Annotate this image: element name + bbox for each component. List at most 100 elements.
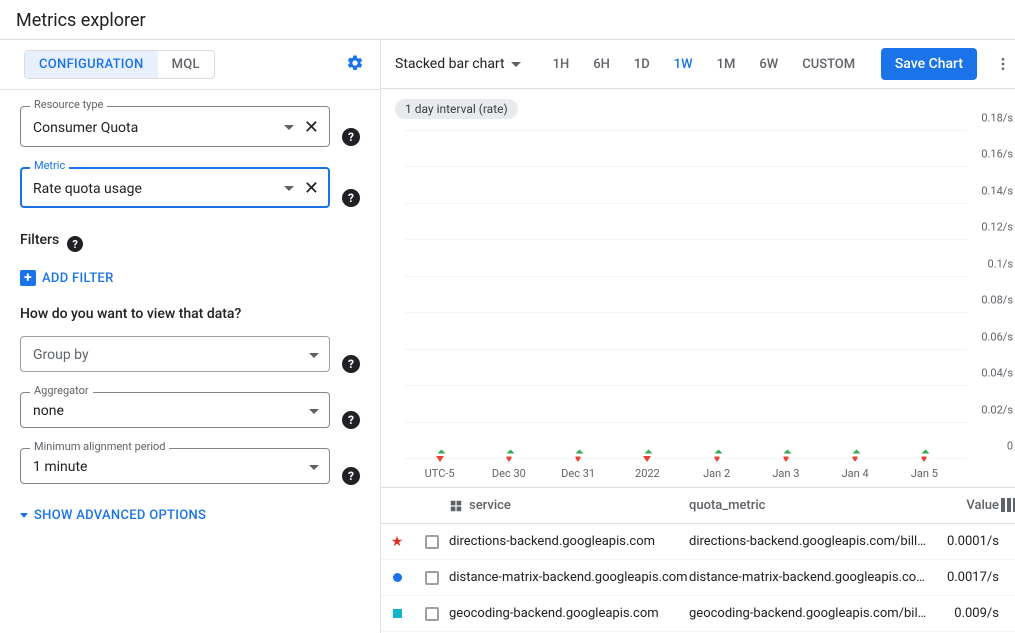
col-value[interactable]: Value xyxy=(929,498,999,513)
resource-type-value: Consumer Quota xyxy=(33,120,138,136)
filters-label: Filters xyxy=(20,232,59,248)
y-tick: 0 xyxy=(1007,440,1013,453)
group-by-select[interactable]: Group by xyxy=(20,336,330,372)
columns-icon xyxy=(1001,498,1015,512)
y-tick: 0.04/s xyxy=(981,367,1013,380)
chevron-down-icon xyxy=(20,513,28,518)
x-tick: 2022 xyxy=(635,467,660,480)
tab-mql[interactable]: MQL xyxy=(158,51,214,78)
y-tick: 0.18/s xyxy=(981,112,1013,125)
legend-service: geocoding-backend.googleapis.com xyxy=(449,606,689,621)
legend-row[interactable]: geocoding-backend.googleapis.comgeocodin… xyxy=(381,596,1015,632)
legend-value: 0.0017/s xyxy=(929,570,999,585)
chart-plot[interactable] xyxy=(405,131,967,459)
x-axis: UTC-5 Dec 30 Dec 31 2022 Jan 2 Jan 3 Jan 4 Jan … xyxy=(405,463,967,485)
clear-resource-type[interactable]: ✕ xyxy=(304,117,319,138)
metric-select[interactable]: Metric Rate quota usage ✕ xyxy=(20,167,330,208)
y-tick: 0.1/s xyxy=(988,257,1013,270)
add-filter-button[interactable]: + ADD FILTER xyxy=(20,270,360,286)
group-by-value: Group by xyxy=(33,347,89,363)
legend-checkbox[interactable] xyxy=(425,607,439,621)
y-tick: 0.06/s xyxy=(981,330,1013,343)
more-vert-icon xyxy=(995,56,1011,72)
show-advanced-options[interactable]: SHOW ADVANCED OPTIONS xyxy=(20,508,360,523)
chart-type-select[interactable]: Stacked bar chart xyxy=(395,56,521,72)
legend-service: directions-backend.googleapis.com xyxy=(449,534,689,549)
chevron-down-icon xyxy=(284,125,294,130)
help-metric[interactable]: ? xyxy=(342,189,360,207)
y-axis: 0 0.02/s 0.04/s 0.06/s 0.08/s 0.1/s 0.12/s 0.14… xyxy=(971,131,1015,459)
aggregator-label: Aggregator xyxy=(30,384,93,397)
x-tick: Jan 4 xyxy=(842,467,869,480)
resource-type-select[interactable]: Resource type Consumer Quota ✕ xyxy=(20,106,330,147)
help-aggregator[interactable]: ? xyxy=(342,411,360,429)
interval-chip: 1 day interval (rate) xyxy=(395,99,518,119)
x-tick: Dec 30 xyxy=(492,467,526,480)
column-settings[interactable] xyxy=(1001,498,1015,516)
view-question: How do you want to view that data? xyxy=(20,306,360,322)
time-range-1d[interactable]: 1D xyxy=(622,51,662,78)
legend-symbol: ★ xyxy=(391,536,403,548)
help-min-alignment[interactable]: ? xyxy=(342,467,360,485)
col-service[interactable]: service xyxy=(469,498,511,513)
help-filters[interactable]: ? xyxy=(67,236,83,252)
metric-value: Rate quota usage xyxy=(33,181,142,197)
more-menu[interactable] xyxy=(991,52,1015,76)
time-range-1m[interactable]: 1M xyxy=(705,51,748,78)
x-tick: Jan 2 xyxy=(703,467,730,480)
legend-symbol xyxy=(391,608,403,620)
y-tick: 0.14/s xyxy=(981,184,1013,197)
breakdown-icon xyxy=(449,499,463,513)
legend-symbol xyxy=(391,572,403,584)
legend-table: service quota_metric Value ★ directions-b… xyxy=(381,487,1015,632)
config-sidebar: CONFIGURATION MQL Resource type Consumer… xyxy=(0,40,381,633)
y-tick: 0.12/s xyxy=(981,221,1013,234)
legend-service: distance-matrix-backend.googleapis.com xyxy=(449,570,689,585)
x-tick: Jan 3 xyxy=(772,467,799,480)
chevron-down-icon xyxy=(309,353,319,358)
help-group-by[interactable]: ? xyxy=(342,355,360,373)
time-range-1h[interactable]: 1H xyxy=(541,51,582,78)
settings-button[interactable] xyxy=(346,54,364,76)
legend-checkbox[interactable] xyxy=(425,571,439,585)
time-range-6w[interactable]: 6W xyxy=(747,51,790,78)
min-alignment-label: Minimum alignment period xyxy=(30,440,169,453)
gear-icon xyxy=(346,54,364,72)
page-title: Metrics explorer xyxy=(0,0,1015,40)
time-range-1w[interactable]: 1W xyxy=(662,51,705,78)
min-alignment-value: 1 minute xyxy=(33,459,87,475)
legend-row[interactable]: ★ directions-backend.googleapis.comdirect… xyxy=(381,524,1015,560)
chevron-down-icon xyxy=(284,186,294,191)
config-tabs: CONFIGURATION MQL xyxy=(24,50,215,79)
chevron-down-icon xyxy=(309,409,319,414)
chevron-down-icon xyxy=(309,465,319,470)
time-range-options: 1H6H1D1W1M6WCUSTOM xyxy=(541,51,868,78)
metric-label: Metric xyxy=(30,159,69,172)
x-tick: Jan 5 xyxy=(911,467,938,480)
min-alignment-select[interactable]: Minimum alignment period 1 minute xyxy=(20,448,330,484)
tab-configuration[interactable]: CONFIGURATION xyxy=(25,51,158,78)
legend-quota-metric: directions-backend.googleapis.com/billab… xyxy=(689,534,929,549)
y-tick: 0.02/s xyxy=(981,403,1013,416)
legend-value: 0.009/s xyxy=(929,606,999,621)
plus-icon: + xyxy=(20,270,36,286)
y-tick: 0.08/s xyxy=(981,294,1013,307)
legend-quota-metric: geocoding-backend.googleapis.com/billab xyxy=(689,606,929,621)
help-resource-type[interactable]: ? xyxy=(342,128,360,146)
aggregator-select[interactable]: Aggregator none xyxy=(20,392,330,428)
col-quota-metric[interactable]: quota_metric xyxy=(689,498,929,513)
x-tick: Dec 31 xyxy=(561,467,595,480)
legend-value: 0.0001/s xyxy=(929,534,999,549)
legend-quota-metric: distance-matrix-backend.googleapis.com/l xyxy=(689,570,929,585)
legend-row[interactable]: distance-matrix-backend.googleapis.comdi… xyxy=(381,560,1015,596)
y-tick: 0.16/s xyxy=(981,148,1013,161)
resource-type-label: Resource type xyxy=(30,98,107,111)
aggregator-value: none xyxy=(33,403,64,419)
time-range-custom[interactable]: CUSTOM xyxy=(790,51,867,78)
time-range-6h[interactable]: 6H xyxy=(581,51,622,78)
legend-checkbox[interactable] xyxy=(425,535,439,549)
save-chart-button[interactable]: Save Chart xyxy=(881,48,977,80)
clear-metric[interactable]: ✕ xyxy=(304,178,319,199)
chevron-down-icon xyxy=(511,62,521,67)
x-tick: UTC-5 xyxy=(425,467,455,480)
